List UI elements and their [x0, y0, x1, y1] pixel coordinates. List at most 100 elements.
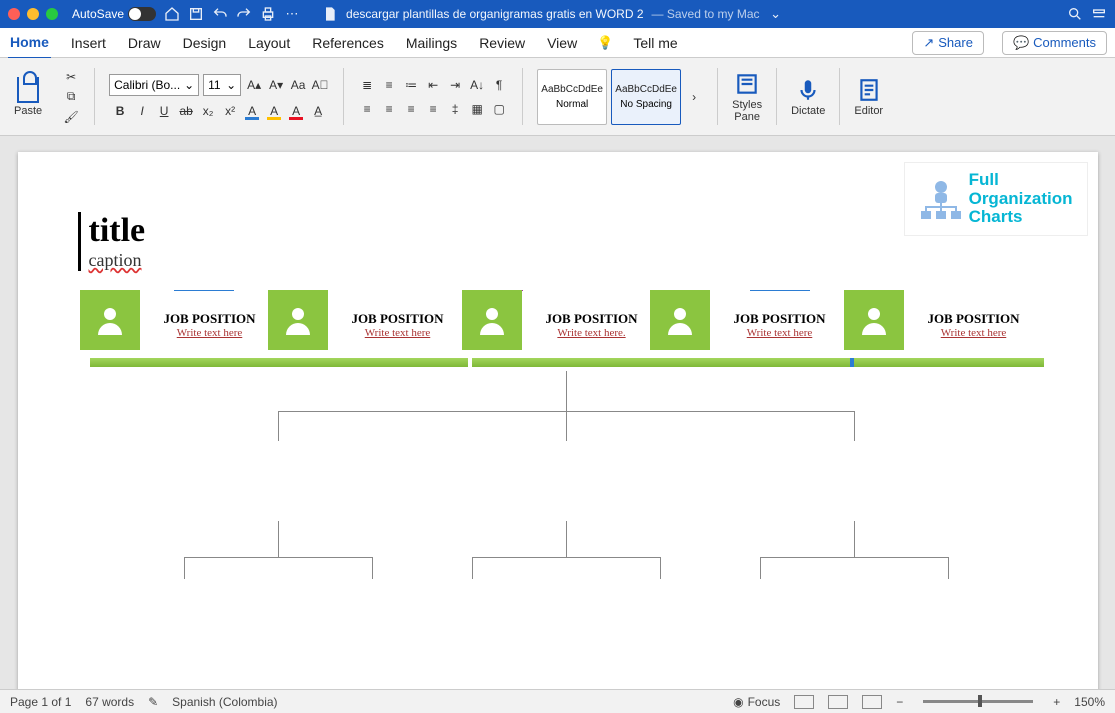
- numbering-icon[interactable]: ≡: [380, 76, 398, 94]
- document-location: — Saved to my Mac: [652, 7, 760, 21]
- comments-button[interactable]: 💬 Comments: [1002, 31, 1107, 55]
- align-center-icon[interactable]: ≡: [380, 100, 398, 118]
- tab-layout[interactable]: Layout: [246, 31, 292, 55]
- org-node[interactable]: JOB POSITIONWrite text here: [854, 291, 1044, 359]
- font-color-button[interactable]: A: [287, 102, 305, 120]
- format-painter-icon[interactable]: 🖌: [62, 108, 80, 126]
- dictate-button[interactable]: Dictate: [791, 77, 825, 117]
- view-print-icon[interactable]: [794, 695, 814, 709]
- justify-icon[interactable]: ≡: [424, 100, 442, 118]
- page-count[interactable]: Page 1 of 1: [10, 695, 71, 709]
- zoom-out-icon[interactable]: −: [896, 695, 903, 709]
- search-icon[interactable]: [1067, 6, 1083, 22]
- clear-format-icon[interactable]: A⃠: [311, 76, 329, 94]
- person-icon: [268, 290, 328, 350]
- text-effect-button[interactable]: A: [265, 102, 283, 120]
- title-block[interactable]: title caption: [78, 212, 1038, 271]
- underline-button[interactable]: U: [155, 102, 173, 120]
- print-icon[interactable]: [260, 6, 276, 22]
- superscript-button[interactable]: x²: [221, 102, 239, 120]
- grow-font-icon[interactable]: A▴: [245, 76, 263, 94]
- logo-org-icon: [919, 177, 963, 221]
- shrink-font-icon[interactable]: A▾: [267, 76, 285, 94]
- align-left-icon[interactable]: ≡: [358, 100, 376, 118]
- font-size-select[interactable]: 11⌄: [203, 74, 241, 96]
- subscript-button[interactable]: x₂: [199, 102, 217, 120]
- editor-button[interactable]: Editor: [854, 77, 883, 117]
- language[interactable]: Spanish (Colombia): [172, 695, 277, 709]
- org-node[interactable]: JOB POSITIONWrite text here: [90, 291, 280, 359]
- document-area[interactable]: title caption FullOrganizationCharts: [0, 136, 1115, 689]
- bold-button[interactable]: B: [111, 102, 129, 120]
- align-right-icon[interactable]: ≡: [402, 100, 420, 118]
- org-node[interactable]: JOB POSITIONWrite text here.: [472, 291, 662, 359]
- ribbon-options-icon[interactable]: [1091, 6, 1107, 22]
- character-shading-icon[interactable]: A̲: [309, 102, 327, 120]
- autosave-label: AutoSave: [72, 7, 124, 21]
- multilevel-icon[interactable]: ≔: [402, 76, 420, 94]
- line-spacing-icon[interactable]: ‡: [446, 100, 464, 118]
- tab-design[interactable]: Design: [181, 31, 229, 55]
- focus-button[interactable]: ◉ Focus: [733, 695, 780, 709]
- strike-button[interactable]: ab: [177, 102, 195, 120]
- tab-references[interactable]: References: [310, 31, 386, 55]
- status-bar: Page 1 of 1 67 words ✎ Spanish (Colombia…: [0, 689, 1115, 713]
- styles-pane-button[interactable]: Styles Pane: [732, 71, 762, 123]
- styles-group: AaBbCcDdEe Normal AaBbCcDdEe No Spacing …: [531, 62, 709, 131]
- word-count[interactable]: 67 words: [85, 695, 134, 709]
- save-icon[interactable]: [188, 6, 204, 22]
- style-normal[interactable]: AaBbCcDdEe Normal: [537, 69, 607, 125]
- highlight-button[interactable]: A: [243, 102, 261, 120]
- sort-icon[interactable]: A↓: [468, 76, 486, 94]
- maximize-window-icon[interactable]: [46, 8, 58, 20]
- borders-icon[interactable]: ▢: [490, 100, 508, 118]
- tab-mailings[interactable]: Mailings: [404, 31, 459, 55]
- share-label: Share: [938, 35, 973, 50]
- home-icon[interactable]: [164, 6, 180, 22]
- view-outline-icon[interactable]: [862, 695, 882, 709]
- spelling-icon[interactable]: ✎: [148, 695, 158, 709]
- bullets-icon[interactable]: ≣: [358, 76, 376, 94]
- chevron-down-icon[interactable]: ⌄: [768, 6, 784, 22]
- shading-icon[interactable]: ▦: [468, 100, 486, 118]
- tab-review[interactable]: Review: [477, 31, 527, 55]
- font-family-select[interactable]: Calibri (Bo...⌄: [109, 74, 199, 96]
- close-window-icon[interactable]: [8, 8, 20, 20]
- outdent-icon[interactable]: ⇤: [424, 76, 442, 94]
- zoom-in-icon[interactable]: +: [1053, 695, 1060, 709]
- copy-icon[interactable]: ⧉: [62, 88, 80, 106]
- autosave-switch[interactable]: [128, 7, 156, 21]
- tab-home[interactable]: Home: [8, 30, 51, 60]
- italic-button[interactable]: I: [133, 102, 151, 120]
- org-node[interactable]: JOB POSITIONWrite text here: [660, 291, 850, 359]
- zoom-level[interactable]: 150%: [1074, 695, 1105, 709]
- cut-icon[interactable]: ✂: [62, 68, 80, 86]
- undo-icon[interactable]: [212, 6, 228, 22]
- logo: FullOrganizationCharts: [904, 162, 1088, 236]
- change-case-icon[interactable]: Aa: [289, 76, 307, 94]
- indent-icon[interactable]: ⇥: [446, 76, 464, 94]
- person-icon: [844, 290, 904, 350]
- clipboard-actions: ✂ ⧉ 🖌: [56, 62, 86, 131]
- autosave-toggle[interactable]: AutoSave: [72, 7, 156, 21]
- tell-me[interactable]: Tell me: [631, 31, 679, 55]
- style-no-spacing[interactable]: AaBbCcDdEe No Spacing: [611, 69, 681, 125]
- ribbon-tabs: Home Insert Draw Design Layout Reference…: [0, 28, 1115, 58]
- minimize-window-icon[interactable]: [27, 8, 39, 20]
- more-icon[interactable]: ⋯: [284, 6, 300, 22]
- redo-icon[interactable]: [236, 6, 252, 22]
- share-button[interactable]: ↗ Share: [912, 31, 984, 55]
- clipboard-icon: [17, 77, 39, 103]
- zoom-slider[interactable]: [923, 700, 1033, 703]
- show-marks-icon[interactable]: ¶: [490, 76, 508, 94]
- page: title caption FullOrganizationCharts: [18, 152, 1098, 689]
- doc-icon: [322, 6, 338, 22]
- tab-draw[interactable]: Draw: [126, 31, 163, 55]
- styles-more-icon[interactable]: ›: [685, 88, 703, 106]
- title-bar: AutoSave ⋯ descargar plantillas de organ…: [0, 0, 1115, 28]
- view-web-icon[interactable]: [828, 695, 848, 709]
- tab-insert[interactable]: Insert: [69, 31, 108, 55]
- paste-button[interactable]: Paste: [14, 77, 42, 117]
- tab-view[interactable]: View: [545, 31, 579, 55]
- org-node[interactable]: JOB POSITIONWrite text here: [278, 291, 468, 359]
